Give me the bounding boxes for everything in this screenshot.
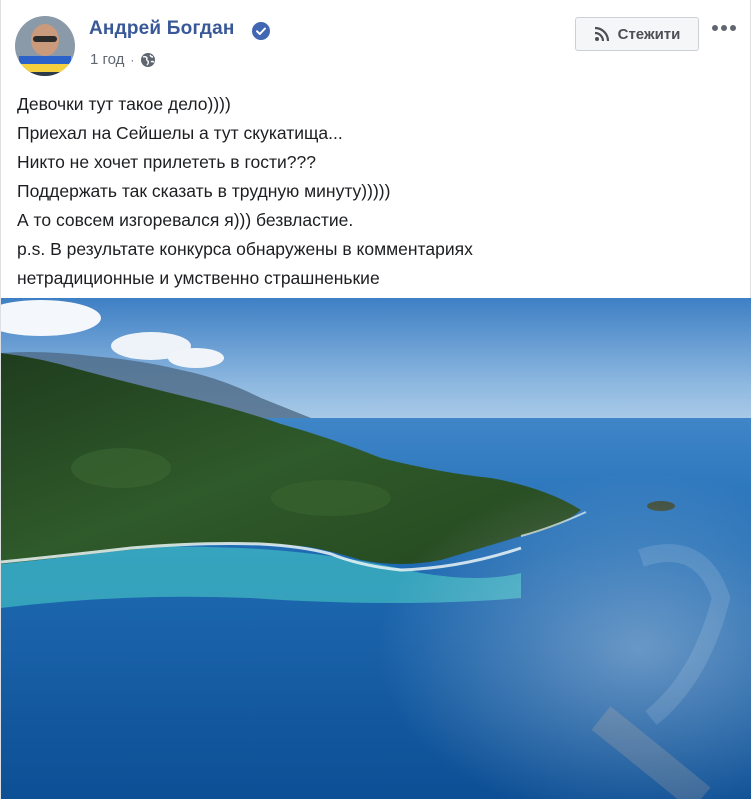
more-dots-icon [712, 25, 736, 31]
post-text-line: А то совсем изгоревался я))) безвластие. [17, 210, 354, 230]
globe-icon[interactable] [140, 52, 156, 68]
separator-dot: · [130, 52, 135, 67]
avatar[interactable] [15, 16, 75, 76]
post-photo[interactable] [1, 298, 751, 799]
post-text-line: нетрадиционные и умственно страшненькие [17, 268, 380, 288]
facebook-post: Андрей Богдан 1 год · Стежити Девочки ту… [0, 0, 751, 799]
rss-icon [594, 26, 609, 42]
more-options-button[interactable] [709, 16, 739, 40]
post-text-line: p.s. В результате конкурса обнаружены в … [17, 239, 473, 259]
post-text-line: Поддержать так сказать в трудную минуту)… [17, 181, 391, 201]
verified-badge-icon [252, 22, 270, 40]
post-text-line: Приехал на Сейшелы а тут скукатища... [17, 123, 343, 143]
post-text: Девочки тут такое дело)))) Приехал на Се… [17, 90, 737, 293]
follow-button[interactable]: Стежити [575, 17, 699, 51]
post-text-line: Никто не хочет прилететь в гости??? [17, 152, 316, 172]
follow-button-label: Стежити [617, 25, 681, 43]
post-meta: 1 год · [90, 51, 156, 68]
post-text-line: Девочки тут такое дело)))) [17, 94, 231, 114]
author-name-link[interactable]: Андрей Богдан [89, 18, 235, 40]
post-timestamp[interactable]: 1 год [90, 51, 124, 68]
